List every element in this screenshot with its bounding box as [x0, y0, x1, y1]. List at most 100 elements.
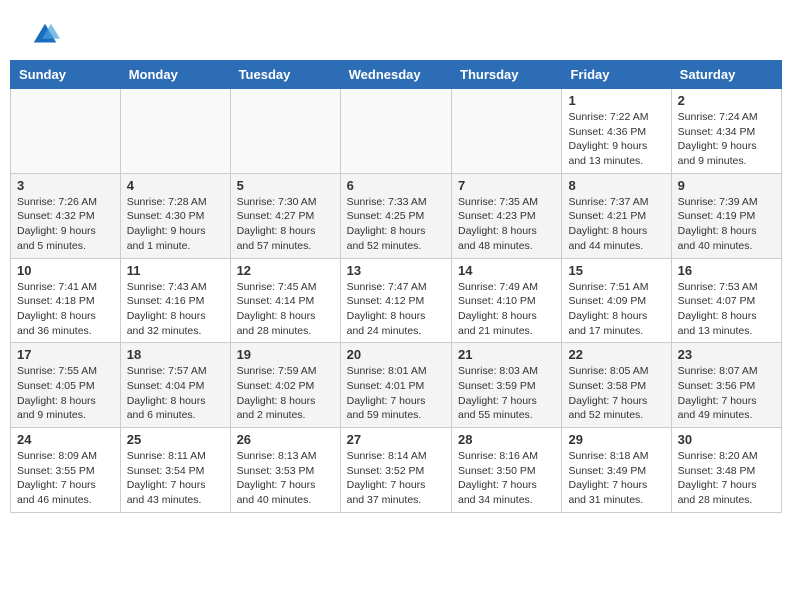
- day-number: 12: [237, 263, 334, 278]
- week-row-5: 24 Sunrise: 8:09 AM Sunset: 3:55 PM Dayli…: [11, 428, 782, 513]
- day-info: Sunrise: 7:43 AM Sunset: 4:16 PM Dayligh…: [127, 280, 224, 339]
- day-info: Sunrise: 7:30 AM Sunset: 4:27 PM Dayligh…: [237, 195, 334, 254]
- col-header-tuesday: Tuesday: [230, 61, 340, 89]
- day-info: Sunrise: 7:55 AM Sunset: 4:05 PM Dayligh…: [17, 364, 114, 423]
- day-info: Sunrise: 7:22 AM Sunset: 4:36 PM Dayligh…: [568, 110, 664, 169]
- day-number: 16: [678, 263, 775, 278]
- day-cell: 27 Sunrise: 8:14 AM Sunset: 3:52 PM Dayli…: [340, 428, 451, 513]
- day-number: 14: [458, 263, 555, 278]
- header-row: SundayMondayTuesdayWednesdayThursdayFrid…: [11, 61, 782, 89]
- day-number: 19: [237, 347, 334, 362]
- day-cell: 16 Sunrise: 7:53 AM Sunset: 4:07 PM Dayli…: [671, 258, 781, 343]
- col-header-friday: Friday: [562, 61, 671, 89]
- day-cell: [452, 89, 562, 174]
- day-number: 9: [678, 178, 775, 193]
- day-number: 20: [347, 347, 445, 362]
- day-number: 7: [458, 178, 555, 193]
- day-info: Sunrise: 8:11 AM Sunset: 3:54 PM Dayligh…: [127, 449, 224, 508]
- day-info: Sunrise: 7:41 AM Sunset: 4:18 PM Dayligh…: [17, 280, 114, 339]
- day-cell: 17 Sunrise: 7:55 AM Sunset: 4:05 PM Dayli…: [11, 343, 121, 428]
- day-cell: 19 Sunrise: 7:59 AM Sunset: 4:02 PM Dayli…: [230, 343, 340, 428]
- day-info: Sunrise: 7:59 AM Sunset: 4:02 PM Dayligh…: [237, 364, 334, 423]
- day-cell: [120, 89, 230, 174]
- day-cell: 3 Sunrise: 7:26 AM Sunset: 4:32 PM Daylig…: [11, 173, 121, 258]
- day-info: Sunrise: 7:51 AM Sunset: 4:09 PM Dayligh…: [568, 280, 664, 339]
- day-info: Sunrise: 7:35 AM Sunset: 4:23 PM Dayligh…: [458, 195, 555, 254]
- day-cell: [11, 89, 121, 174]
- day-info: Sunrise: 7:45 AM Sunset: 4:14 PM Dayligh…: [237, 280, 334, 339]
- day-cell: 10 Sunrise: 7:41 AM Sunset: 4:18 PM Dayli…: [11, 258, 121, 343]
- day-cell: 30Sunrise: 8:20 AM Sunset: 3:48 PM Dayli…: [671, 428, 781, 513]
- day-cell: 13 Sunrise: 7:47 AM Sunset: 4:12 PM Dayli…: [340, 258, 451, 343]
- day-cell: 4Sunrise: 7:28 AM Sunset: 4:30 PM Daylig…: [120, 173, 230, 258]
- day-number: 26: [237, 432, 334, 447]
- day-number: 24: [17, 432, 114, 447]
- day-number: 21: [458, 347, 555, 362]
- day-number: 6: [347, 178, 445, 193]
- day-cell: 9 Sunrise: 7:39 AM Sunset: 4:19 PM Daylig…: [671, 173, 781, 258]
- day-cell: 18 Sunrise: 7:57 AM Sunset: 4:04 PM Dayli…: [120, 343, 230, 428]
- day-info: Sunrise: 7:47 AM Sunset: 4:12 PM Dayligh…: [347, 280, 445, 339]
- day-cell: 11 Sunrise: 7:43 AM Sunset: 4:16 PM Dayli…: [120, 258, 230, 343]
- week-row-3: 10 Sunrise: 7:41 AM Sunset: 4:18 PM Dayli…: [11, 258, 782, 343]
- day-number: 18: [127, 347, 224, 362]
- day-info: Sunrise: 7:57 AM Sunset: 4:04 PM Dayligh…: [127, 364, 224, 423]
- day-number: 15: [568, 263, 664, 278]
- col-header-saturday: Saturday: [671, 61, 781, 89]
- day-number: 25: [127, 432, 224, 447]
- day-cell: 29Sunrise: 8:18 AM Sunset: 3:49 PM Dayli…: [562, 428, 671, 513]
- day-info: Sunrise: 8:14 AM Sunset: 3:52 PM Dayligh…: [347, 449, 445, 508]
- day-number: 2: [678, 93, 775, 108]
- day-number: 27: [347, 432, 445, 447]
- calendar-body: 1Sunrise: 7:22 AM Sunset: 4:36 PM Daylig…: [11, 89, 782, 513]
- day-info: Sunrise: 7:39 AM Sunset: 4:19 PM Dayligh…: [678, 195, 775, 254]
- day-cell: 7 Sunrise: 7:35 AM Sunset: 4:23 PM Daylig…: [452, 173, 562, 258]
- day-number: 22: [568, 347, 664, 362]
- day-info: Sunrise: 8:01 AM Sunset: 4:01 PM Dayligh…: [347, 364, 445, 423]
- week-row-4: 17 Sunrise: 7:55 AM Sunset: 4:05 PM Dayli…: [11, 343, 782, 428]
- page-header: [0, 0, 792, 60]
- logo: [30, 20, 64, 50]
- day-cell: 6 Sunrise: 7:33 AM Sunset: 4:25 PM Daylig…: [340, 173, 451, 258]
- calendar-table: SundayMondayTuesdayWednesdayThursdayFrid…: [10, 60, 782, 513]
- week-row-1: 1Sunrise: 7:22 AM Sunset: 4:36 PM Daylig…: [11, 89, 782, 174]
- day-info: Sunrise: 8:09 AM Sunset: 3:55 PM Dayligh…: [17, 449, 114, 508]
- day-number: 3: [17, 178, 114, 193]
- day-cell: [340, 89, 451, 174]
- col-header-thursday: Thursday: [452, 61, 562, 89]
- day-info: Sunrise: 8:18 AM Sunset: 3:49 PM Dayligh…: [568, 449, 664, 508]
- day-cell: 23 Sunrise: 8:07 AM Sunset: 3:56 PM Dayli…: [671, 343, 781, 428]
- logo-icon: [30, 20, 60, 50]
- calendar-header: SundayMondayTuesdayWednesdayThursdayFrid…: [11, 61, 782, 89]
- col-header-monday: Monday: [120, 61, 230, 89]
- day-info: Sunrise: 7:37 AM Sunset: 4:21 PM Dayligh…: [568, 195, 664, 254]
- day-info: Sunrise: 7:53 AM Sunset: 4:07 PM Dayligh…: [678, 280, 775, 339]
- day-cell: 20 Sunrise: 8:01 AM Sunset: 4:01 PM Dayli…: [340, 343, 451, 428]
- day-info: Sunrise: 8:16 AM Sunset: 3:50 PM Dayligh…: [458, 449, 555, 508]
- day-info: Sunrise: 7:28 AM Sunset: 4:30 PM Dayligh…: [127, 195, 224, 254]
- day-cell: 8 Sunrise: 7:37 AM Sunset: 4:21 PM Daylig…: [562, 173, 671, 258]
- day-info: Sunrise: 7:49 AM Sunset: 4:10 PM Dayligh…: [458, 280, 555, 339]
- day-info: Sunrise: 8:13 AM Sunset: 3:53 PM Dayligh…: [237, 449, 334, 508]
- day-info: Sunrise: 8:20 AM Sunset: 3:48 PM Dayligh…: [678, 449, 775, 508]
- day-number: 28: [458, 432, 555, 447]
- day-cell: 26 Sunrise: 8:13 AM Sunset: 3:53 PM Dayli…: [230, 428, 340, 513]
- day-info: Sunrise: 8:07 AM Sunset: 3:56 PM Dayligh…: [678, 364, 775, 423]
- day-info: Sunrise: 8:05 AM Sunset: 3:58 PM Dayligh…: [568, 364, 664, 423]
- day-number: 23: [678, 347, 775, 362]
- day-info: Sunrise: 7:26 AM Sunset: 4:32 PM Dayligh…: [17, 195, 114, 254]
- week-row-2: 3 Sunrise: 7:26 AM Sunset: 4:32 PM Daylig…: [11, 173, 782, 258]
- day-cell: 28 Sunrise: 8:16 AM Sunset: 3:50 PM Dayli…: [452, 428, 562, 513]
- day-cell: 5 Sunrise: 7:30 AM Sunset: 4:27 PM Daylig…: [230, 173, 340, 258]
- day-cell: 15 Sunrise: 7:51 AM Sunset: 4:09 PM Dayli…: [562, 258, 671, 343]
- day-number: 11: [127, 263, 224, 278]
- day-number: 10: [17, 263, 114, 278]
- day-cell: 21Sunrise: 8:03 AM Sunset: 3:59 PM Dayli…: [452, 343, 562, 428]
- day-info: Sunrise: 7:33 AM Sunset: 4:25 PM Dayligh…: [347, 195, 445, 254]
- day-number: 17: [17, 347, 114, 362]
- day-number: 8: [568, 178, 664, 193]
- day-number: 5: [237, 178, 334, 193]
- calendar-container: SundayMondayTuesdayWednesdayThursdayFrid…: [0, 60, 792, 523]
- day-number: 13: [347, 263, 445, 278]
- day-cell: 24 Sunrise: 8:09 AM Sunset: 3:55 PM Dayli…: [11, 428, 121, 513]
